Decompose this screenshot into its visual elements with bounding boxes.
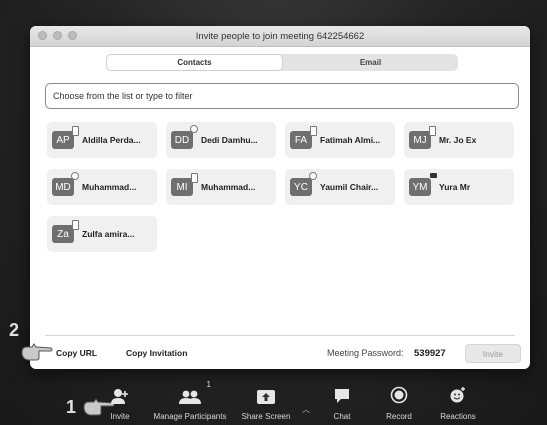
invite-dialog: Invite people to join meeting 642254662 …: [30, 26, 530, 369]
contact-filter-input[interactable]: Choose from the list or type to filter: [45, 83, 519, 109]
contact-name: Muhammad...: [201, 182, 256, 192]
contact-name: Fatimah Almi...: [320, 135, 381, 145]
tab-email[interactable]: Email: [283, 54, 458, 71]
phone-icon: [310, 126, 317, 136]
filter-placeholder: Choose from the list or type to filter: [53, 91, 193, 101]
meeting-toolbar: Invite 1 Manage Participants Share Scree…: [0, 380, 547, 425]
share-screen-icon: [257, 382, 275, 404]
participants-icon: 1: [179, 380, 211, 404]
chat-button[interactable]: Chat: [330, 382, 354, 421]
contact-name: Yura Mr: [439, 182, 471, 192]
manage-participants-button[interactable]: 1 Manage Participants: [150, 380, 230, 421]
ring-icon: [71, 172, 79, 180]
avatar: Za: [52, 220, 79, 243]
phone-icon: [72, 126, 79, 136]
contact-card[interactable]: FA Fatimah Almi...: [285, 122, 395, 158]
invite-toolbar-button[interactable]: Invite: [104, 382, 136, 421]
chevron-up-icon[interactable]: ︿: [302, 404, 310, 415]
chat-icon: [334, 382, 350, 404]
record-icon: [390, 382, 408, 404]
ring-icon: [309, 172, 317, 180]
dialog-footer: Copy URL Copy Invitation Meeting Passwor…: [30, 342, 530, 364]
pointing-hand-icon: [21, 343, 53, 361]
contact-card[interactable]: YC Yaumil Chair...: [285, 169, 395, 205]
invite-tabs: Contacts Email: [106, 54, 458, 71]
chat-label: Chat: [333, 412, 351, 421]
video-icon: [430, 173, 437, 178]
reactions-button[interactable]: Reactions: [437, 382, 479, 421]
minimize-window-button[interactable]: [53, 31, 62, 40]
participant-count: 1: [206, 380, 211, 389]
contact-card[interactable]: AP Aldilla Perda...: [47, 122, 157, 158]
phone-icon: [72, 220, 79, 230]
record-button[interactable]: Record: [383, 382, 415, 421]
title-bar: Invite people to join meeting 642254662: [30, 26, 530, 47]
contact-name: Mr. Jo Ex: [439, 135, 477, 145]
contact-card[interactable]: MI Muhammad...: [166, 169, 276, 205]
close-window-button[interactable]: [38, 31, 47, 40]
phone-icon: [191, 173, 198, 183]
invite-label: Invite: [110, 412, 130, 421]
invite-button[interactable]: Invite: [465, 344, 521, 363]
contact-card[interactable]: DD Dedi Damhu...: [166, 122, 276, 158]
avatar: MD: [52, 172, 79, 196]
avatar: MJ: [409, 126, 436, 149]
reactions-icon: [449, 382, 467, 404]
password-value: 539927: [414, 347, 446, 359]
avatar: YM: [409, 173, 437, 196]
contact-name: Yaumil Chair...: [320, 182, 379, 192]
contact-card[interactable]: MD Muhammad...: [47, 169, 157, 205]
contact-name: Aldilla Perda...: [82, 135, 141, 145]
avatar: FA: [290, 126, 317, 149]
tab-contacts[interactable]: Contacts: [106, 54, 283, 71]
share-screen-label: Share Screen: [241, 412, 291, 421]
contact-card[interactable]: MJ Mr. Jo Ex: [404, 122, 514, 158]
add-user-icon: [110, 382, 130, 404]
contact-name: Dedi Damhu...: [201, 135, 258, 145]
window-title: Invite people to join meeting 642254662: [195, 30, 365, 42]
ring-icon: [190, 125, 198, 133]
footer-divider: [45, 335, 515, 336]
phone-icon: [429, 126, 436, 136]
zoom-window-button[interactable]: [68, 31, 77, 40]
contact-card[interactable]: YM Yura Mr: [404, 169, 514, 205]
record-label: Record: [386, 412, 412, 421]
manage-participants-label: Manage Participants: [153, 412, 227, 421]
reactions-label: Reactions: [440, 412, 476, 421]
password-label: Meeting Password:: [327, 348, 404, 358]
avatar: AP: [52, 126, 79, 149]
contact-card[interactable]: Za Zulfa amira...: [47, 216, 157, 252]
share-screen-button[interactable]: Share Screen: [238, 382, 294, 421]
copy-url-button[interactable]: Copy URL: [56, 348, 97, 358]
avatar: YC: [290, 172, 317, 196]
contact-name: Zulfa amira...: [82, 229, 135, 239]
window-controls: [38, 31, 77, 40]
step-2-label: 2: [9, 320, 20, 340]
avatar: DD: [171, 125, 198, 149]
contact-name: Muhammad...: [82, 182, 137, 192]
copy-invitation-button[interactable]: Copy Invitation: [126, 348, 187, 358]
avatar: MI: [171, 173, 198, 196]
